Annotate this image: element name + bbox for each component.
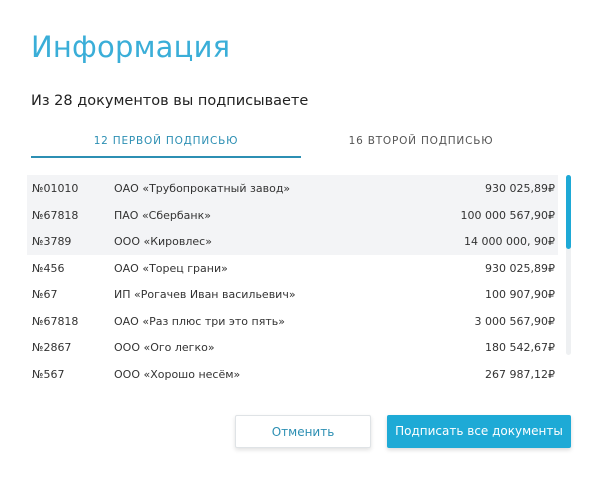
document-number: №01010 — [32, 182, 79, 195]
document-amount: 930 025,89₽ — [485, 182, 555, 195]
list-item: №567 ООО «Хорошо несём» 267 987,12₽ — [27, 361, 558, 388]
document-company: ОАО «Трубопрокатный завод» — [114, 182, 291, 195]
dialog-title: Информация — [31, 30, 231, 64]
document-number: №3789 — [32, 235, 72, 248]
document-amount: 3 000 567,90₽ — [474, 314, 555, 328]
cancel-button[interactable]: Отменить — [235, 415, 371, 448]
list-item: №67 ИП «Рогачев Иван васильевич» 100 907… — [27, 281, 558, 308]
document-amount: 14 000 000, 90₽ — [464, 235, 555, 248]
list-item: №01010 ОАО «Трубопрокатный завод» 930 02… — [27, 175, 558, 202]
scrollbar-thumb[interactable] — [566, 175, 571, 249]
document-company: ООО «Кировлес» — [114, 235, 212, 248]
document-company: ООО «Ого легко» — [114, 341, 215, 354]
document-company: ИП «Рогачев Иван васильевич» — [114, 288, 296, 301]
document-number: №567 — [32, 367, 65, 381]
document-number: №67 — [32, 288, 58, 301]
document-amount: 267 987,12₽ — [485, 367, 555, 381]
list-item: №67818 ОАО «Раз плюс три это пять» 3 000… — [27, 308, 558, 335]
document-amount: 930 025,89₽ — [485, 261, 555, 275]
list-item: №67818 ПАО «Сбербанк» 100 000 567,90₽ — [27, 201, 558, 228]
tab-second-signature[interactable]: 16 ВТОРОЙ ПОДПИСЬЮ — [301, 128, 541, 158]
document-amount: 100 000 567,90₽ — [460, 208, 555, 222]
document-number: №456 — [32, 261, 65, 275]
document-company: ОАО «Торец грани» — [114, 261, 228, 275]
documents-list: №01010 ОАО «Трубопрокатный завод» 930 02… — [27, 175, 558, 390]
sign-all-button[interactable]: Подписать все документы — [387, 415, 571, 448]
signature-tabs: 12 ПЕРВОЙ ПОДПИСЬЮ 16 ВТОРОЙ ПОДПИСЬЮ — [31, 128, 541, 158]
document-number: №67818 — [32, 208, 79, 222]
list-item: №456 ОАО «Торец грани» 930 025,89₽ — [27, 255, 558, 282]
document-company: ООО «Хорошо несём» — [114, 367, 241, 381]
document-amount: 180 542,67₽ — [485, 341, 555, 354]
document-number: №2867 — [32, 341, 72, 354]
list-item: №3789 ООО «Кировлес» 14 000 000, 90₽ — [27, 228, 558, 255]
tab-first-signature[interactable]: 12 ПЕРВОЙ ПОДПИСЬЮ — [31, 128, 301, 158]
dialog-subtitle: Из 28 документов вы подписываете — [31, 93, 309, 109]
document-company: ОАО «Раз плюс три это пять» — [114, 314, 285, 328]
document-number: №67818 — [32, 314, 79, 328]
document-company: ПАО «Сбербанк» — [114, 208, 211, 222]
document-amount: 100 907,90₽ — [485, 288, 555, 301]
documents-scrollbar[interactable] — [566, 175, 571, 355]
list-item: №2867 ООО «Ого легко» 180 542,67₽ — [27, 334, 558, 361]
